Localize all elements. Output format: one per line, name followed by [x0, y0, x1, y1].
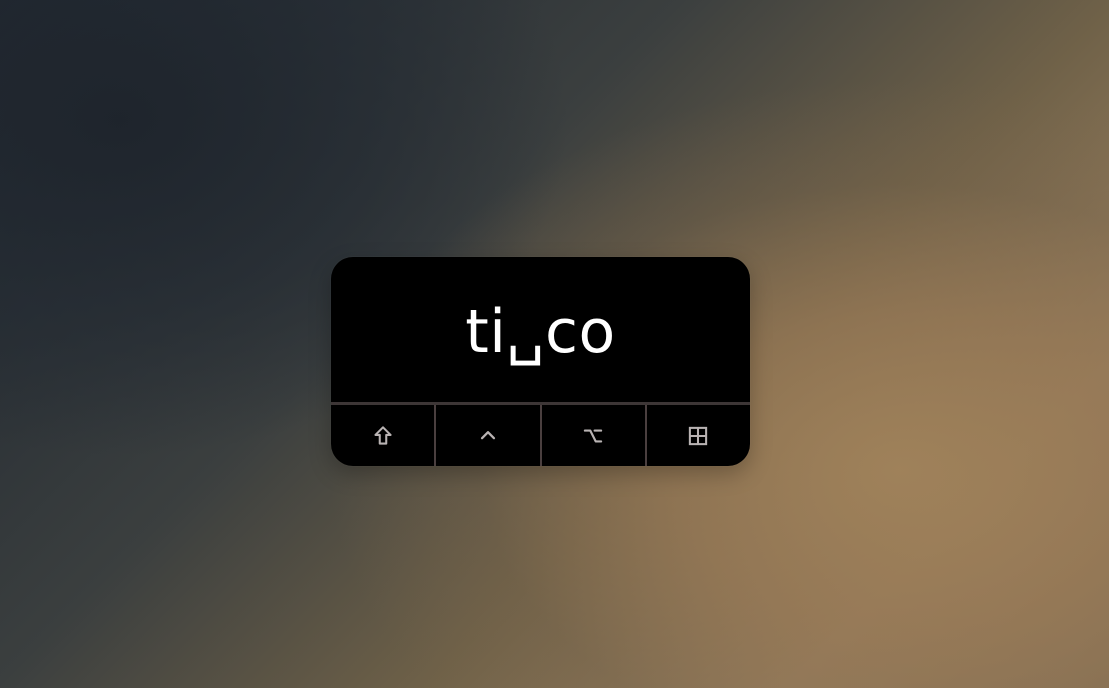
control-key-indicator: [436, 405, 542, 466]
shift-key-indicator: [331, 405, 437, 466]
control-icon: [475, 423, 501, 449]
windows-icon: [685, 423, 711, 449]
windows-key-indicator: [647, 405, 750, 466]
keystroke-overlay: ti␣co: [331, 257, 750, 466]
option-icon: [580, 423, 606, 449]
desktop-background: ti␣co: [0, 0, 1109, 688]
typed-text: ti␣co: [465, 296, 616, 367]
modifier-row: [331, 405, 750, 466]
typed-text-row: ti␣co: [331, 257, 750, 402]
shift-icon: [370, 423, 396, 449]
option-key-indicator: [542, 405, 647, 466]
